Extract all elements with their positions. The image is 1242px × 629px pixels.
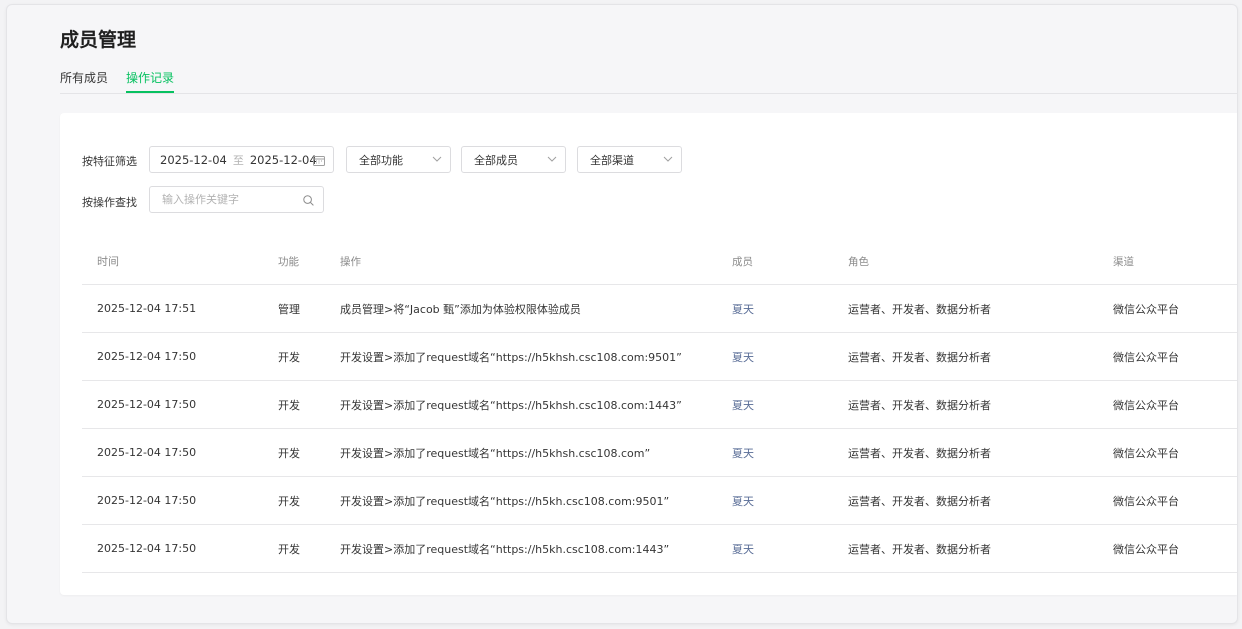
cell-member-link[interactable]: 夏天 [732,285,754,332]
cell-operation: 开发设置>添加了request域名“https://h5khsh.csc108.… [340,446,651,460]
chevron-down-icon [547,156,557,162]
cell-function: 开发 [278,446,300,460]
filter-by-feature-label: 按特征筛选 [82,155,137,168]
chevron-down-icon [432,156,442,162]
date-start: 2025-12-04 [160,152,227,167]
table-row: 2025-12-04 17:50 开发 开发设置>添加了request域名“ht… [82,333,1237,381]
table-row: 2025-12-04 17:50 开发 开发设置>添加了request域名“ht… [82,429,1237,477]
operation-log-table: 时间 功能 操作 成员 角色 渠道 2025-12-04 17:51 管理 成员… [82,238,1237,573]
cell-channel: 微信公众平台 [1113,446,1179,460]
header-member: 成员 [732,255,753,268]
table-row: 2025-12-04 17:50 开发 开发设置>添加了request域名“ht… [82,477,1237,525]
cell-member-link[interactable]: 夏天 [732,525,754,572]
cell-function: 开发 [278,350,300,364]
operation-log-card: 按特征筛选 2025-12-04 至 2025-12-04 全部功能 全部成员 [60,113,1237,595]
header-operation: 操作 [340,255,361,268]
cell-channel: 微信公众平台 [1113,350,1179,364]
function-select-value: 全部功能 [359,153,403,167]
table-header-row: 时间 功能 操作 成员 角色 渠道 [82,238,1237,285]
cell-member-link[interactable]: 夏天 [732,429,754,476]
chevron-down-icon [663,156,673,162]
cell-operation: 开发设置>添加了request域名“https://h5khsh.csc108.… [340,350,682,364]
cell-channel: 微信公众平台 [1113,542,1179,556]
cell-operation: 开发设置>添加了request域名“https://h5khsh.csc108.… [340,398,682,412]
cell-member-link[interactable]: 夏天 [732,333,754,380]
cell-time: 2025-12-04 17:50 [97,350,197,363]
cell-role: 运营者、开发者、数据分析者 [848,494,991,508]
cell-role: 运营者、开发者、数据分析者 [848,542,991,556]
cell-operation: 开发设置>添加了request域名“https://h5kh.csc108.co… [340,542,670,556]
channel-select[interactable]: 全部渠道 [577,146,682,173]
header-time: 时间 [97,255,119,268]
operation-search-box [149,186,324,213]
operation-search-input[interactable] [162,193,292,206]
cell-operation: 开发设置>添加了request域名“https://h5kh.csc108.co… [340,494,670,508]
cell-function: 管理 [278,302,300,316]
app-window: 成员管理 所有成员 操作记录 按特征筛选 2025-12-04 至 2025-1… [6,4,1238,624]
date-separator: 至 [232,153,244,167]
date-end: 2025-12-04 [249,152,317,167]
table-row: 2025-12-04 17:51 管理 成员管理>将“Jacob 甄”添加为体验… [82,285,1237,333]
tab-bar: 所有成员 操作记录 [60,67,1237,94]
header-channel: 渠道 [1113,255,1134,268]
cell-channel: 微信公众平台 [1113,494,1179,508]
cell-function: 开发 [278,542,300,556]
cell-channel: 微信公众平台 [1113,398,1179,412]
channel-select-value: 全部渠道 [590,153,634,167]
cell-function: 开发 [278,494,300,508]
page-title: 成员管理 [60,29,137,51]
member-select-value: 全部成员 [474,153,518,167]
cell-time: 2025-12-04 17:50 [97,494,197,507]
cell-time: 2025-12-04 17:51 [97,302,197,315]
cell-time: 2025-12-04 17:50 [97,542,197,555]
search-by-operation-label: 按操作查找 [82,196,137,209]
cell-role: 运营者、开发者、数据分析者 [848,350,991,364]
tab-all-members[interactable]: 所有成员 [60,69,108,92]
header-function: 功能 [278,255,299,268]
cell-member-link[interactable]: 夏天 [732,381,754,428]
table-row: 2025-12-04 17:50 开发 开发设置>添加了request域名“ht… [82,381,1237,429]
cell-role: 运营者、开发者、数据分析者 [848,446,991,460]
cell-role: 运营者、开发者、数据分析者 [848,398,991,412]
calendar-icon [313,156,325,166]
function-select[interactable]: 全部功能 [346,146,451,173]
date-range-picker[interactable]: 2025-12-04 至 2025-12-04 [149,146,334,173]
tab-operation-log[interactable]: 操作记录 [126,69,175,93]
cell-time: 2025-12-04 17:50 [97,446,197,459]
cell-operation: 成员管理>将“Jacob 甄”添加为体验权限体验成员 [340,302,581,316]
cell-channel: 微信公众平台 [1113,302,1179,316]
member-select[interactable]: 全部成员 [461,146,566,173]
header-role: 角色 [848,255,869,268]
cell-member-link[interactable]: 夏天 [732,477,754,524]
table-row: 2025-12-04 17:50 开发 开发设置>添加了request域名“ht… [82,525,1237,573]
search-icon[interactable] [303,195,314,206]
cell-time: 2025-12-04 17:50 [97,398,197,411]
cell-function: 开发 [278,398,300,412]
cell-role: 运营者、开发者、数据分析者 [848,302,991,316]
